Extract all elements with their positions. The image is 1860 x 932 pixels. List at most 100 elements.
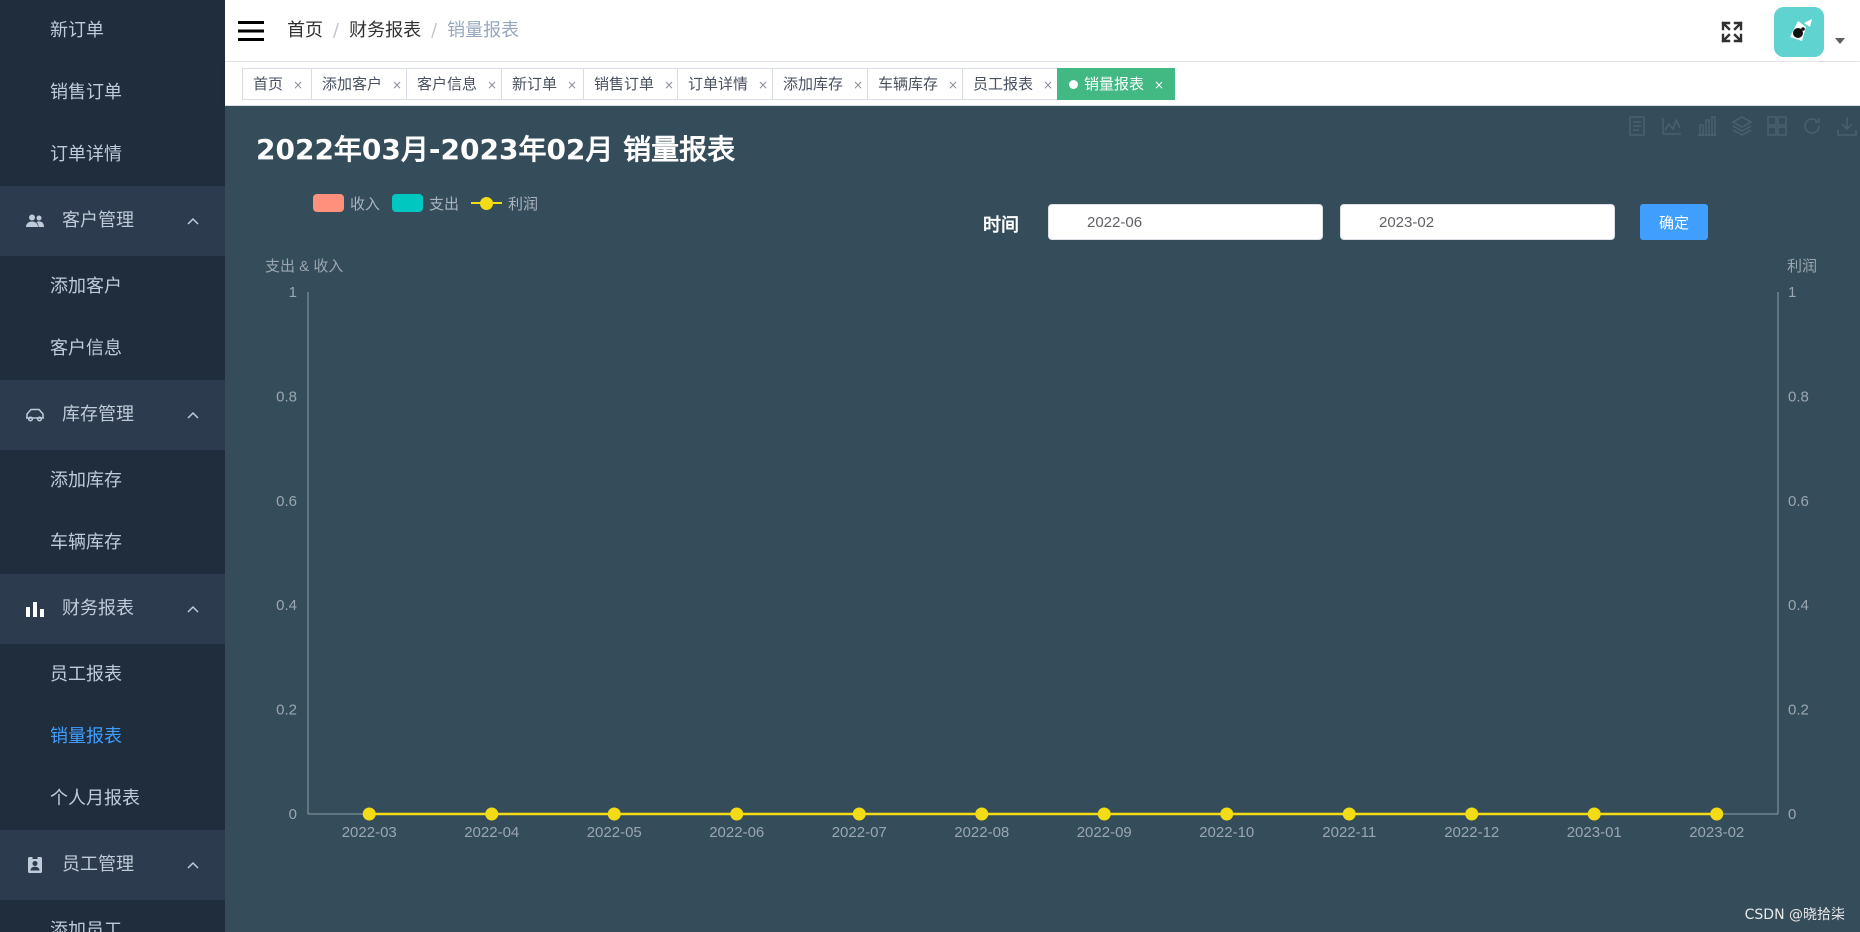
restore-icon[interactable] xyxy=(1800,114,1824,138)
profit-point[interactable] xyxy=(1097,807,1111,821)
tag-label: 订单详情 xyxy=(688,75,749,93)
x-tick-label: 2022-04 xyxy=(464,824,519,841)
y-tick-right: 0.6 xyxy=(1788,493,1809,510)
legend-swatch-icon xyxy=(392,194,424,212)
sidebar-group-3[interactable]: 客户管理 xyxy=(0,186,225,256)
sidebar-item-10[interactable]: 员工报表 xyxy=(0,644,225,706)
profit-point[interactable] xyxy=(1710,807,1724,821)
x-tick-label: 2022-03 xyxy=(342,824,397,841)
sidebar-item-0[interactable]: 新订单 xyxy=(0,0,225,62)
close-icon[interactable]: × xyxy=(567,70,577,100)
data-view-icon[interactable] xyxy=(1625,114,1649,138)
stack-icon[interactable] xyxy=(1730,114,1754,138)
tag-3[interactable]: 新订单 × xyxy=(501,68,589,100)
y-tick-right: 0.2 xyxy=(1788,702,1809,719)
tag-label: 客户信息 xyxy=(417,75,478,93)
close-icon[interactable]: × xyxy=(758,70,768,100)
chevron-up-icon xyxy=(187,380,199,450)
chevron-up-icon xyxy=(187,574,199,644)
bar-switch-icon[interactable] xyxy=(1695,114,1719,138)
fullscreen-icon[interactable] xyxy=(1720,20,1744,44)
close-icon[interactable]: × xyxy=(664,70,674,100)
close-icon[interactable]: × xyxy=(293,70,303,100)
sidebar-group-9[interactable]: 财务报表 xyxy=(0,574,225,644)
breadcrumb-home[interactable]: 首页 xyxy=(287,20,323,41)
close-icon[interactable]: × xyxy=(948,70,958,100)
x-tick-label: 2022-12 xyxy=(1444,824,1499,841)
y-tick-right: 1 xyxy=(1788,284,1796,301)
profit-point[interactable] xyxy=(607,807,621,821)
sidebar-item-4[interactable]: 添加客户 xyxy=(0,256,225,318)
x-tick-label: 2022-08 xyxy=(954,824,1009,841)
sidebar: 新订单 销售订单 订单详情 客户管理 添加客户 客户信息 库存管理 添加库存 车辆库存 财务报表员… xyxy=(0,0,225,932)
avatar-dropdown-caret-icon[interactable] xyxy=(1835,38,1845,44)
tag-6[interactable]: 添加库存 × xyxy=(772,68,875,100)
y-tick-left: 0 xyxy=(289,806,297,823)
end-month-input[interactable] xyxy=(1340,204,1615,240)
close-icon[interactable]: × xyxy=(392,70,402,100)
sidebar-item-2[interactable]: 订单详情 xyxy=(0,124,225,186)
tag-label: 销量报表 xyxy=(1084,75,1145,93)
legend-item-profit[interactable]: 利润 xyxy=(471,193,538,214)
line-switch-icon[interactable] xyxy=(1660,114,1684,138)
tag-label: 销售订单 xyxy=(594,75,655,93)
y-tick-right: 0 xyxy=(1788,806,1796,823)
y-tick-left: 0.2 xyxy=(276,702,297,719)
breadcrumb: 首页 / 财务报表 / 销量报表 xyxy=(287,0,519,62)
x-tick-label: 2022-10 xyxy=(1199,824,1254,841)
tag-7[interactable]: 车辆库存 × xyxy=(867,68,970,100)
sidebar-item-12[interactable]: 个人月报表 xyxy=(0,768,225,830)
tag-label: 添加客户 xyxy=(322,75,383,93)
tag-5[interactable]: 订单详情 × xyxy=(677,68,780,100)
x-tick-label: 2022-05 xyxy=(587,824,642,841)
breadcrumb-separator: / xyxy=(333,20,340,41)
start-month-input[interactable] xyxy=(1048,204,1323,240)
legend-item-income[interactable]: 收入 xyxy=(313,193,380,214)
badge-icon xyxy=(24,830,46,900)
profit-point[interactable] xyxy=(362,807,376,821)
sidebar-item-1[interactable]: 销售订单 xyxy=(0,62,225,124)
profit-point[interactable] xyxy=(1220,807,1234,821)
tag-0[interactable]: 首页 × xyxy=(242,68,315,100)
legend-label-profit: 利润 xyxy=(508,194,539,213)
y-tick-left: 0.6 xyxy=(276,493,297,510)
close-icon[interactable]: × xyxy=(1043,70,1053,100)
profit-point[interactable] xyxy=(485,807,499,821)
profit-point[interactable] xyxy=(1587,807,1601,821)
close-icon[interactable]: × xyxy=(1154,70,1164,100)
legend-item-expense[interactable]: 支出 xyxy=(392,193,459,214)
sidebar-group-6[interactable]: 库存管理 xyxy=(0,380,225,450)
breadcrumb-finance[interactable]: 财务报表 xyxy=(349,20,421,41)
tag-1[interactable]: 添加客户 × xyxy=(311,68,414,100)
tag-8[interactable]: 员工报表 × xyxy=(962,68,1065,100)
tag-2[interactable]: 客户信息 × xyxy=(406,68,509,100)
breadcrumb-current: 销量报表 xyxy=(447,20,520,41)
y-axis-left-label: 支出 & 收入 xyxy=(265,258,343,275)
close-icon[interactable]: × xyxy=(487,70,497,100)
sidebar-item-11[interactable]: 销量报表 xyxy=(0,706,225,768)
profit-point[interactable] xyxy=(1465,807,1479,821)
tiled-icon[interactable] xyxy=(1765,114,1789,138)
profit-point[interactable] xyxy=(852,807,866,821)
profit-point[interactable] xyxy=(1342,807,1356,821)
tag-label: 添加库存 xyxy=(783,75,844,93)
avatar[interactable] xyxy=(1774,7,1824,57)
sidebar-item-5[interactable]: 客户信息 xyxy=(0,318,225,380)
tag-label: 员工报表 xyxy=(973,75,1034,93)
sidebar-item-14[interactable]: 添加员工 xyxy=(0,900,225,932)
x-tick-label: 2023-02 xyxy=(1689,824,1744,841)
profit-point[interactable] xyxy=(730,807,744,821)
save-image-icon[interactable] xyxy=(1835,114,1859,138)
sidebar-group-13[interactable]: 员工管理 xyxy=(0,830,225,900)
bar-chart-icon xyxy=(24,574,46,644)
profit-point[interactable] xyxy=(975,807,989,821)
y-axis-right-label: 利润 xyxy=(1787,258,1817,275)
tag-4[interactable]: 销售订单 × xyxy=(583,68,686,100)
sidebar-item-8[interactable]: 车辆库存 xyxy=(0,512,225,574)
tag-9[interactable]: 销量报表 × xyxy=(1057,68,1176,100)
watermark: CSDN @晓拾柒 xyxy=(1744,907,1845,923)
close-icon[interactable]: × xyxy=(853,70,863,100)
confirm-button[interactable]: 确定 xyxy=(1640,204,1708,240)
hamburger-menu-icon[interactable] xyxy=(238,20,264,42)
sidebar-item-7[interactable]: 添加库存 xyxy=(0,450,225,512)
